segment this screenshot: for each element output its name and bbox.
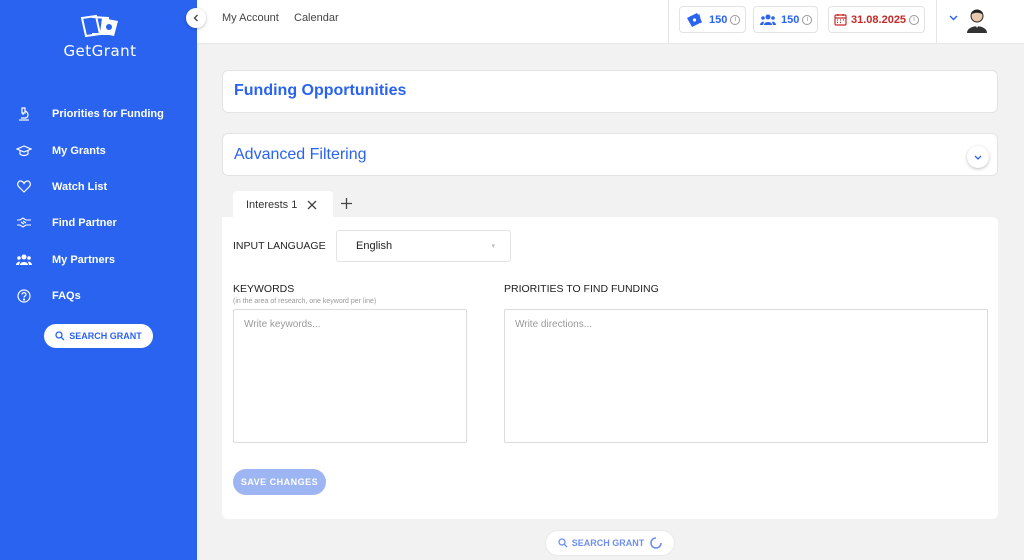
microscope-icon [16, 106, 32, 122]
keywords-label: KEYWORDS [233, 283, 295, 295]
priorities-placeholder: Write directions... [515, 319, 593, 330]
bottom-search-label: SEARCH GRANT [571, 538, 645, 548]
credits-count: 150 [709, 13, 728, 26]
logo[interactable]: GetGrant [60, 14, 140, 60]
sidebar-item-faqs[interactable]: FAQs [0, 278, 197, 314]
input-language-label: INPUT LANGUAGE [233, 240, 326, 252]
tab-label: Interests 1 [246, 198, 298, 211]
chevron-left-icon [193, 14, 198, 22]
sidebar-item-watch-list[interactable]: Watch List [0, 169, 197, 205]
my-account-link[interactable]: My Account [222, 12, 279, 24]
sidebar-item-label: Watch List [52, 180, 108, 193]
bottom-search-grant-button[interactable]: SEARCH GRANT [546, 531, 674, 555]
partners-count: 150 [781, 13, 800, 26]
info-icon[interactable]: i [909, 14, 920, 25]
funding-opportunities-card: Funding Opportunities [222, 70, 998, 113]
sidebar-item-priorities[interactable]: Priorities for Funding [0, 96, 197, 132]
sidebar-item-label: My Partners [52, 253, 115, 266]
logo-icon [80, 14, 118, 38]
info-icon[interactable]: i [802, 14, 813, 25]
sidebar: GetGrant Priorities for Funding My Grant… [0, 0, 197, 560]
sidebar-item-my-grants[interactable]: My Grants [0, 132, 197, 168]
loading-spinner-icon [650, 537, 663, 549]
calendar-link[interactable]: Calendar [294, 12, 339, 24]
keywords-hint: (in the area of research, one keyword pe… [233, 298, 377, 305]
sidebar-item-label: My Grants [52, 144, 106, 157]
chevron-down-icon[interactable] [949, 15, 958, 21]
sidebar-item-my-partners[interactable]: My Partners [0, 242, 197, 278]
info-icon[interactable]: i [730, 14, 741, 25]
users-icon [760, 14, 776, 25]
add-tab-button[interactable] [339, 195, 353, 211]
search-icon [55, 331, 65, 341]
advanced-filtering-title: Advanced Filtering [234, 146, 367, 163]
page-title: Funding Opportunities [234, 82, 407, 99]
calendar-icon [834, 14, 847, 26]
partners-badge[interactable]: 150 i [753, 6, 819, 33]
heart-icon [16, 179, 32, 195]
sidebar-search-grant-button[interactable]: SEARCH GRANT [44, 324, 153, 348]
collapse-sidebar-button[interactable] [186, 8, 206, 28]
brand-name: GetGrant [63, 42, 137, 60]
sidebar-nav: Priorities for Funding My Grants Watch L… [0, 96, 197, 314]
sidebar-item-label: FAQs [52, 290, 81, 303]
chevron-down-icon [974, 155, 982, 160]
handshake-icon [16, 215, 32, 231]
caret-down-icon: ▾ [491, 243, 495, 250]
divider [936, 0, 937, 44]
tab-interests-1[interactable]: Interests 1 [233, 191, 333, 218]
deadline-date: 31.08.2025 [851, 13, 907, 26]
keywords-textarea[interactable]: Write keywords... [233, 309, 467, 443]
save-changes-button[interactable]: SAVE CHANGES [233, 469, 326, 495]
sidebar-item-label: Priorities for Funding [52, 108, 164, 121]
users-icon [16, 252, 32, 268]
search-icon [558, 538, 568, 548]
sidebar-item-label: Find Partner [52, 217, 117, 230]
user-avatar-icon[interactable] [965, 7, 989, 33]
expand-filtering-button[interactable] [967, 146, 989, 168]
sidebar-search-label: SEARCH GRANT [69, 331, 142, 341]
sidebar-item-find-partner[interactable]: Find Partner [0, 205, 197, 241]
help-circle-icon [16, 288, 32, 304]
graduation-cap-icon [16, 143, 32, 159]
divider [668, 0, 669, 44]
language-select[interactable]: English ▾ [336, 230, 511, 262]
deadline-badge[interactable]: 31.08.2025 i [828, 6, 926, 33]
priorities-label: PRIORITIES TO FIND FUNDING [504, 283, 659, 295]
keywords-placeholder: Write keywords... [244, 319, 321, 330]
priorities-textarea[interactable]: Write directions... [504, 309, 988, 443]
tickets-icon [687, 12, 702, 27]
advanced-filtering-card[interactable]: Advanced Filtering [222, 133, 998, 176]
credits-badge[interactable]: 150 i [679, 6, 747, 33]
interests-form-panel: INPUT LANGUAGE English ▾ KEYWORDS (in th… [222, 217, 998, 519]
plus-icon [340, 197, 352, 209]
language-value: English [356, 240, 393, 252]
close-icon[interactable] [307, 200, 317, 210]
top-bar: My Account Calendar 150 i 150 i 31.08.20… [197, 0, 1024, 44]
